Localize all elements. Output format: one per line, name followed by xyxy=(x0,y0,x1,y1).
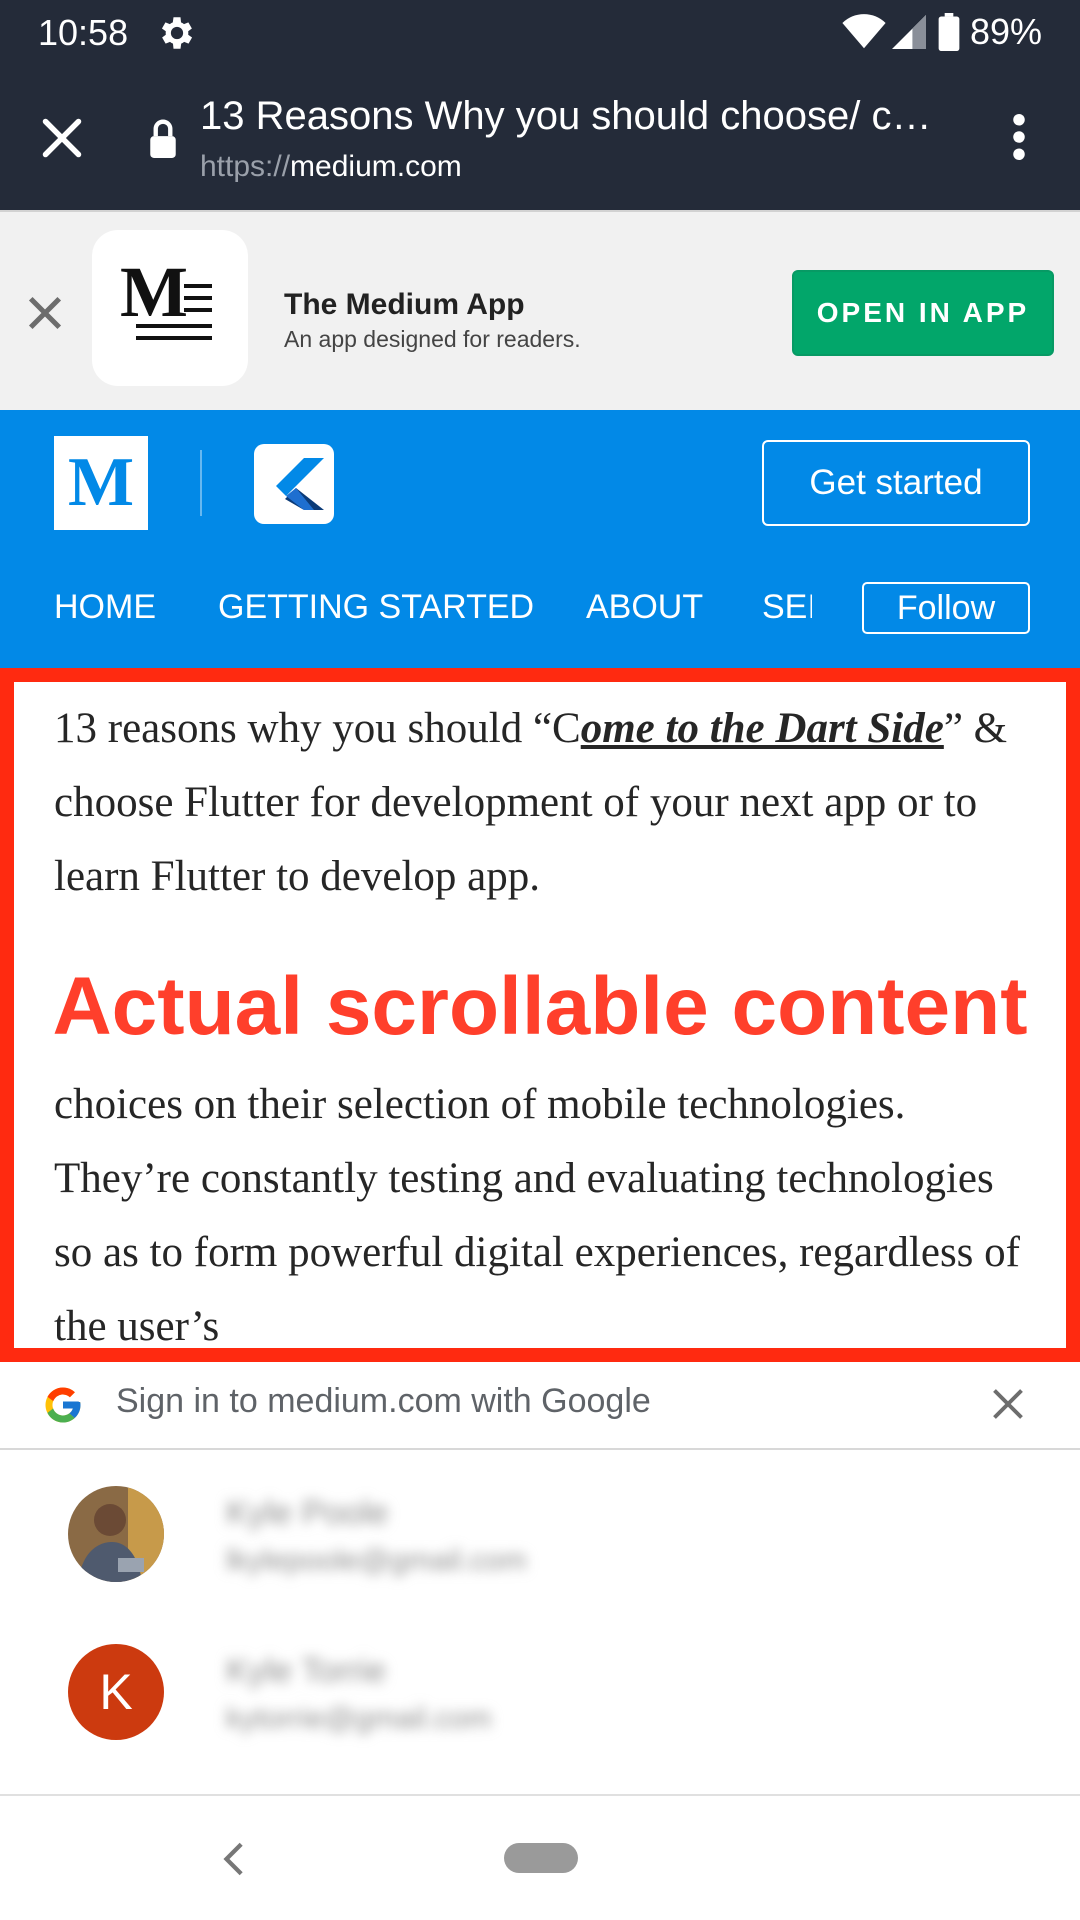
open-in-app-button[interactable]: OPEN IN APP xyxy=(792,270,1054,356)
intro-text-start: 13 reasons why you should “C xyxy=(54,705,581,752)
more-vert-icon[interactable] xyxy=(1006,114,1032,160)
get-started-button[interactable]: Get started xyxy=(762,440,1030,526)
nav-about[interactable]: ABOUT xyxy=(586,588,703,627)
header-divider xyxy=(200,450,202,516)
status-icons: 89% xyxy=(842,11,1042,52)
account-name: Kyle Poole xyxy=(226,1494,389,1532)
sheet-bottom-divider xyxy=(0,1794,1080,1796)
url-host: medium.com xyxy=(290,150,462,183)
account-email: kytorrie@gmail.com xyxy=(226,1702,492,1735)
medium-logo[interactable]: M xyxy=(54,436,148,530)
avatar xyxy=(68,1486,164,1582)
article-body-paragraph: choices on their selection of mobile tec… xyxy=(54,1081,1020,1350)
app-subtitle: An app designed for readers. xyxy=(284,326,581,352)
logo-letter: M xyxy=(120,252,188,332)
account-row[interactable]: K Kyle Torrie kytorrie@gmail.com xyxy=(0,1620,1080,1760)
gear-icon xyxy=(161,17,193,49)
nav-home[interactable]: HOME xyxy=(54,588,156,627)
close-icon[interactable] xyxy=(26,294,64,332)
publication-header: M Get started HOME GETTING STARTED ABOUT… xyxy=(0,410,1080,668)
system-nav-bar xyxy=(0,1797,1080,1920)
close-icon[interactable] xyxy=(40,116,84,160)
signal-icon xyxy=(891,15,926,49)
publication-logo[interactable] xyxy=(254,444,334,524)
battery-percent: 89% xyxy=(969,11,1042,52)
back-icon[interactable] xyxy=(220,1841,246,1877)
close-icon[interactable] xyxy=(990,1386,1026,1422)
app-install-banner: M The Medium App An app designed for rea… xyxy=(0,210,1080,410)
flutter-logo-icon xyxy=(276,458,324,510)
google-signin-title: Sign in to medium.com with Google xyxy=(116,1382,651,1420)
browser-toolbar: 13 Reasons Why you should choose/ c… htt… xyxy=(0,66,1080,210)
article-intro-paragraph: 13 reasons why you should “Come to the D… xyxy=(54,692,1034,914)
dart-side-link[interactable]: ome to the Dart Side xyxy=(581,705,944,752)
url-scheme: https:// xyxy=(200,150,291,183)
google-icon xyxy=(45,1387,81,1423)
medium-app-logo: M xyxy=(92,230,248,386)
follow-button[interactable]: Follow xyxy=(862,582,1030,634)
status-time: 10:58 xyxy=(38,12,129,53)
status-bar: 10:58 89% xyxy=(0,0,1080,66)
wifi-icon xyxy=(842,14,886,49)
battery-icon xyxy=(938,13,960,51)
app-name: The Medium App xyxy=(284,288,525,321)
account-row[interactable]: Kyle Poole lkylepoole@gmail.com xyxy=(0,1462,1080,1602)
nav-truncated-item[interactable]: SEI xyxy=(762,588,812,627)
scrollable-content-label: Actual scrollable content xyxy=(52,961,1028,1052)
page-title: 13 Reasons Why you should choose/ c… xyxy=(200,94,932,138)
nav-getting-started[interactable]: GETTING STARTED xyxy=(218,588,534,627)
medium-logo-icon: M xyxy=(120,252,212,340)
sheet-divider xyxy=(0,1448,1080,1450)
avatar: K xyxy=(68,1644,164,1740)
page-url: https://medium.com xyxy=(200,150,462,184)
home-pill[interactable] xyxy=(504,1843,578,1873)
account-email: lkylepoole@gmail.com xyxy=(226,1544,527,1577)
lock-icon xyxy=(150,119,176,158)
account-name: Kyle Torrie xyxy=(226,1652,386,1690)
